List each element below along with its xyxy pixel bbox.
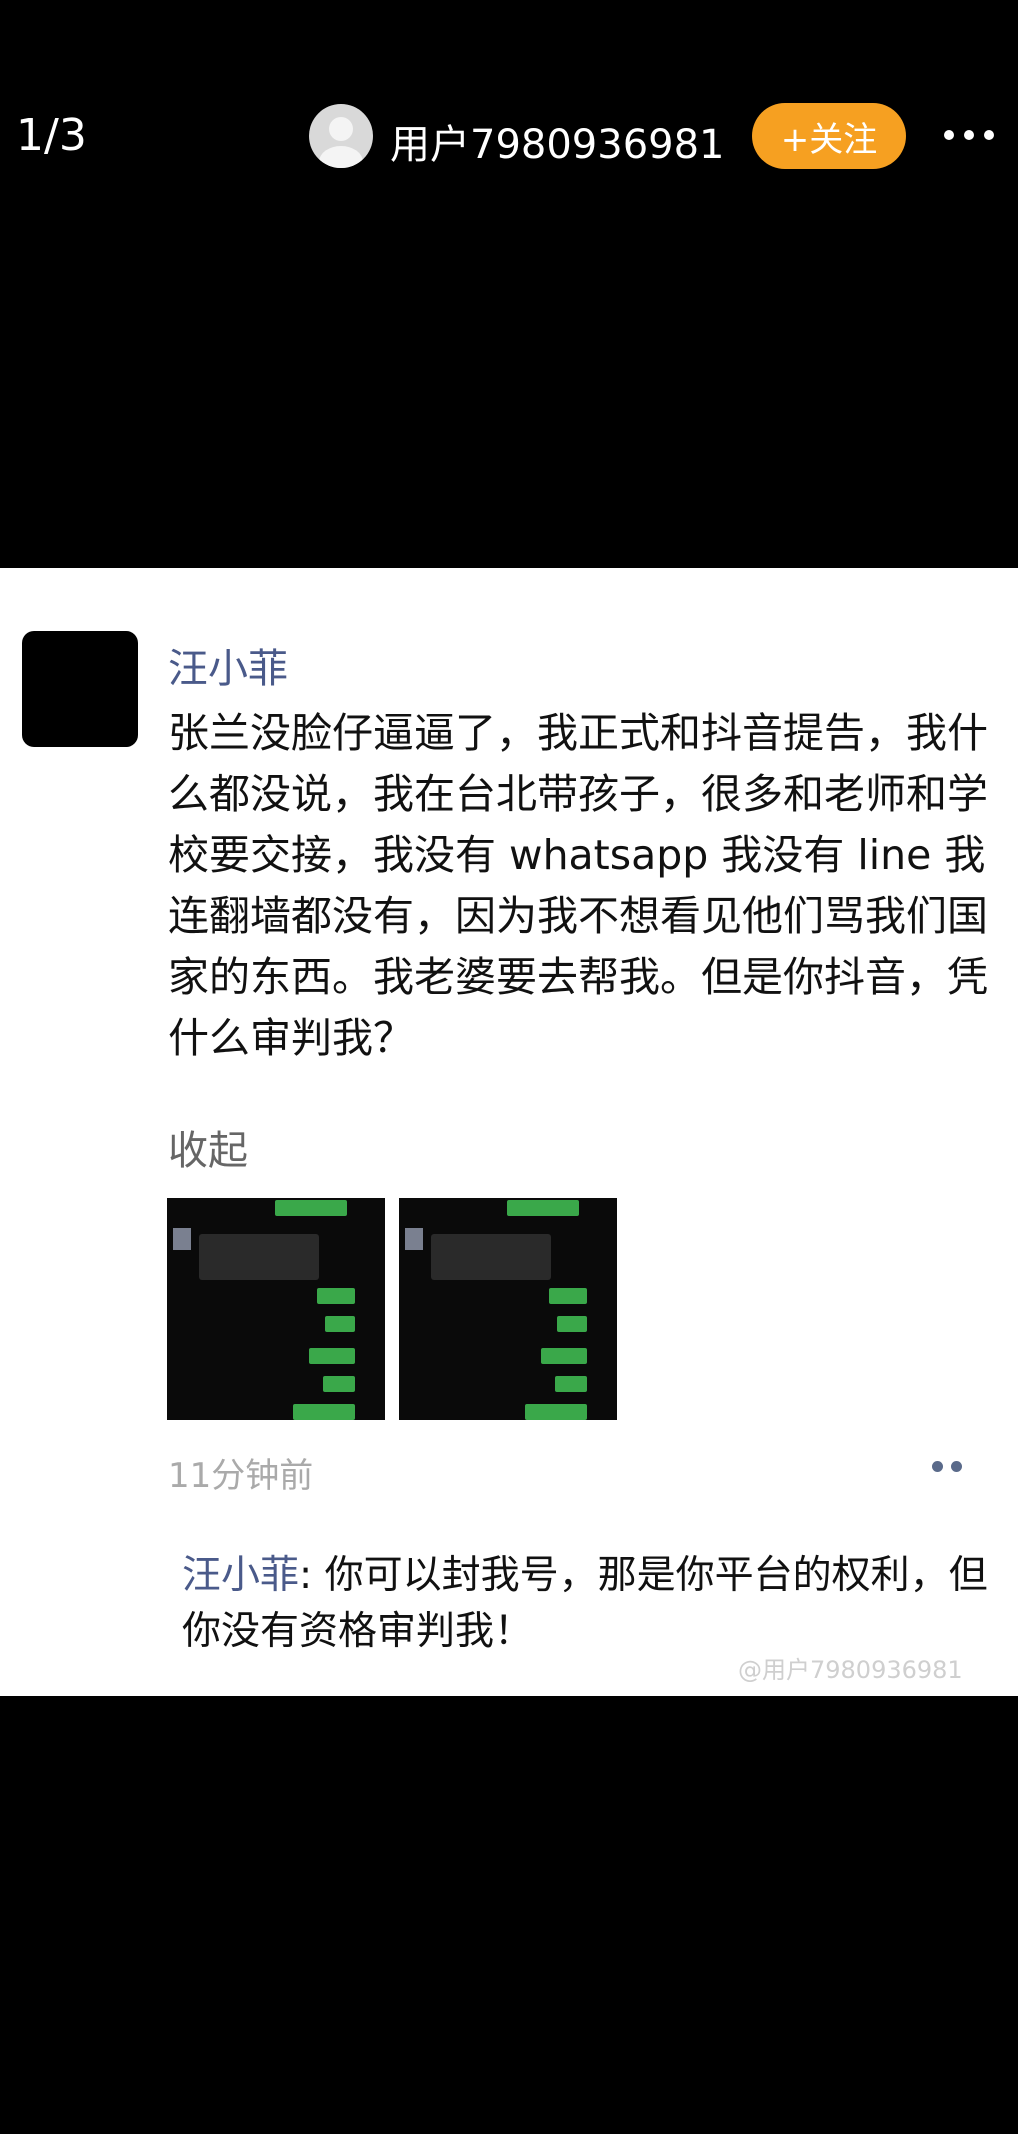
post-image-thumbnail[interactable]	[399, 1198, 617, 1420]
username[interactable]: 用户7980936981	[390, 112, 725, 170]
post-card: 汪小菲 张兰没脸仔逼逼了，我正式和抖音提告，我什么都没说，我在台北带孩子，很多和…	[0, 568, 1018, 1696]
comment: 汪小菲: 你可以封我号，那是你平台的权利，但你没有资格审判我！	[182, 1548, 1002, 1660]
collapse-link[interactable]: 收起	[168, 1118, 248, 1176]
top-bar: 1/3 用户7980936981 +关注	[0, 0, 1018, 280]
page-counter: 1/3	[16, 110, 87, 161]
more-options-icon[interactable]	[944, 110, 1010, 160]
post-more-icon[interactable]	[932, 1461, 962, 1472]
default-avatar-icon	[319, 117, 363, 168]
post-image-thumbnail[interactable]	[167, 1198, 385, 1420]
comment-author[interactable]: 汪小菲	[182, 1553, 299, 1598]
follow-button[interactable]: +关注	[752, 103, 906, 169]
author-avatar[interactable]	[22, 631, 138, 747]
post-author[interactable]: 汪小菲	[168, 636, 288, 694]
comment-separator: :	[299, 1553, 325, 1598]
post-text: 张兰没脸仔逼逼了，我正式和抖音提告，我什么都没说，我在台北带孩子，很多和老师和学…	[168, 709, 988, 1062]
user-avatar[interactable]	[309, 104, 373, 168]
watermark: @用户7980936981	[738, 1656, 963, 1684]
post-timestamp: 11分钟前	[168, 1456, 314, 1496]
